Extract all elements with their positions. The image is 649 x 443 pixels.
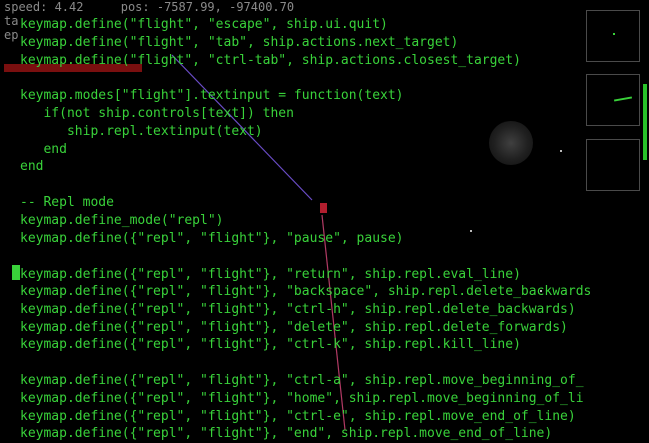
- code-line: ship.repl.textinput(text): [20, 123, 640, 141]
- code-line-text: keymap.define({"repl", "flight"}, "retur…: [20, 267, 521, 283]
- code-line-text: keymap.define({"repl", "flight"}, "home"…: [20, 390, 584, 406]
- code-line: keymap.define({"repl", "flight"}, "ctrl-…: [20, 336, 640, 354]
- code-line: keymap.define({"repl", "flight"}, "ctrl-…: [20, 408, 640, 426]
- repl-code-buffer[interactable]: keymap.define("flight", "escape", ship.u…: [12, 16, 640, 443]
- code-line-text: keymap.define({"repl", "flight"}, "ctrl-…: [20, 372, 584, 388]
- code-line: end: [20, 141, 640, 159]
- code-line-text: keymap.define({"repl", "flight"}, "ctrl-…: [20, 301, 576, 317]
- code-line: keymap.define("flight", "escape", ship.u…: [20, 16, 640, 34]
- code-line-text: keymap.define({"repl", "flight"}, "delet…: [20, 319, 568, 335]
- hud-speed-pos: speed: 4.42 pos: -7587.99, -97400.70: [4, 0, 294, 14]
- code-line-text: keymap.define("flight", "escape", ship.u…: [20, 17, 388, 32]
- code-line: end: [20, 158, 640, 176]
- code-line: keymap.define({"repl", "flight"}, "ctrl-…: [20, 372, 640, 390]
- code-line: keymap.modes["flight"].textinput = funct…: [20, 87, 640, 105]
- code-line-text: -- Repl mode: [20, 194, 114, 210]
- code-line: keymap.define("flight", "tab", ship.acti…: [20, 34, 640, 52]
- code-line: keymap.define_mode("repl"): [20, 212, 640, 230]
- code-line-text: end: [20, 141, 67, 157]
- code-line: -- Repl mode: [20, 194, 640, 212]
- energy-gauge: [643, 84, 647, 160]
- code-line-text: keymap.define({"repl", "flight"}, "backs…: [20, 283, 592, 299]
- code-line: keymap.define({"repl", "flight"}, "delet…: [20, 319, 640, 337]
- code-line-text: keymap.define("flight", "ctrl-tab", ship…: [20, 52, 521, 68]
- code-line: keymap.define({"repl", "flight"}, "backs…: [20, 283, 640, 301]
- code-line: keymap.define({"repl", "flight"}, "retur…: [12, 265, 640, 283]
- hud-speed: speed: 4.42: [4, 0, 84, 14]
- hud-position: pos: -7587.99, -97400.70: [120, 0, 295, 14]
- code-line: keymap.define({"repl", "flight"}, "ctrl-…: [20, 301, 640, 319]
- text-cursor: [12, 265, 20, 281]
- code-line-text: keymap.define({"repl", "flight"}, "ctrl-…: [20, 408, 576, 424]
- code-line: keymap.define({"repl", "flight"}, "end",…: [20, 425, 640, 443]
- code-line-text: keymap.define({"repl", "flight"}, "pause…: [20, 230, 404, 246]
- code-line: keymap.define({"repl", "flight"}, "pause…: [20, 230, 640, 248]
- code-line-text: keymap.define_mode("repl"): [20, 212, 224, 228]
- code-line-text: keymap.define({"repl", "flight"}, "end",…: [20, 426, 553, 442]
- code-line-text: end: [20, 159, 44, 175]
- code-line-text: if(not ship.controls[text]) then: [20, 105, 294, 121]
- code-line: keymap.define({"repl", "flight"}, "home"…: [20, 390, 640, 408]
- code-line-text: keymap.define({"repl", "flight"}, "ctrl-…: [20, 337, 521, 353]
- code-line-text: keymap.modes["flight"].textinput = funct…: [20, 88, 404, 104]
- code-line-text: keymap.define("flight", "tab", ship.acti…: [20, 34, 459, 50]
- code-line: keymap.define("flight", "ctrl-tab", ship…: [20, 52, 640, 70]
- code-line: if(not ship.controls[text]) then: [20, 105, 640, 123]
- code-line-text: ship.repl.textinput(text): [20, 123, 263, 139]
